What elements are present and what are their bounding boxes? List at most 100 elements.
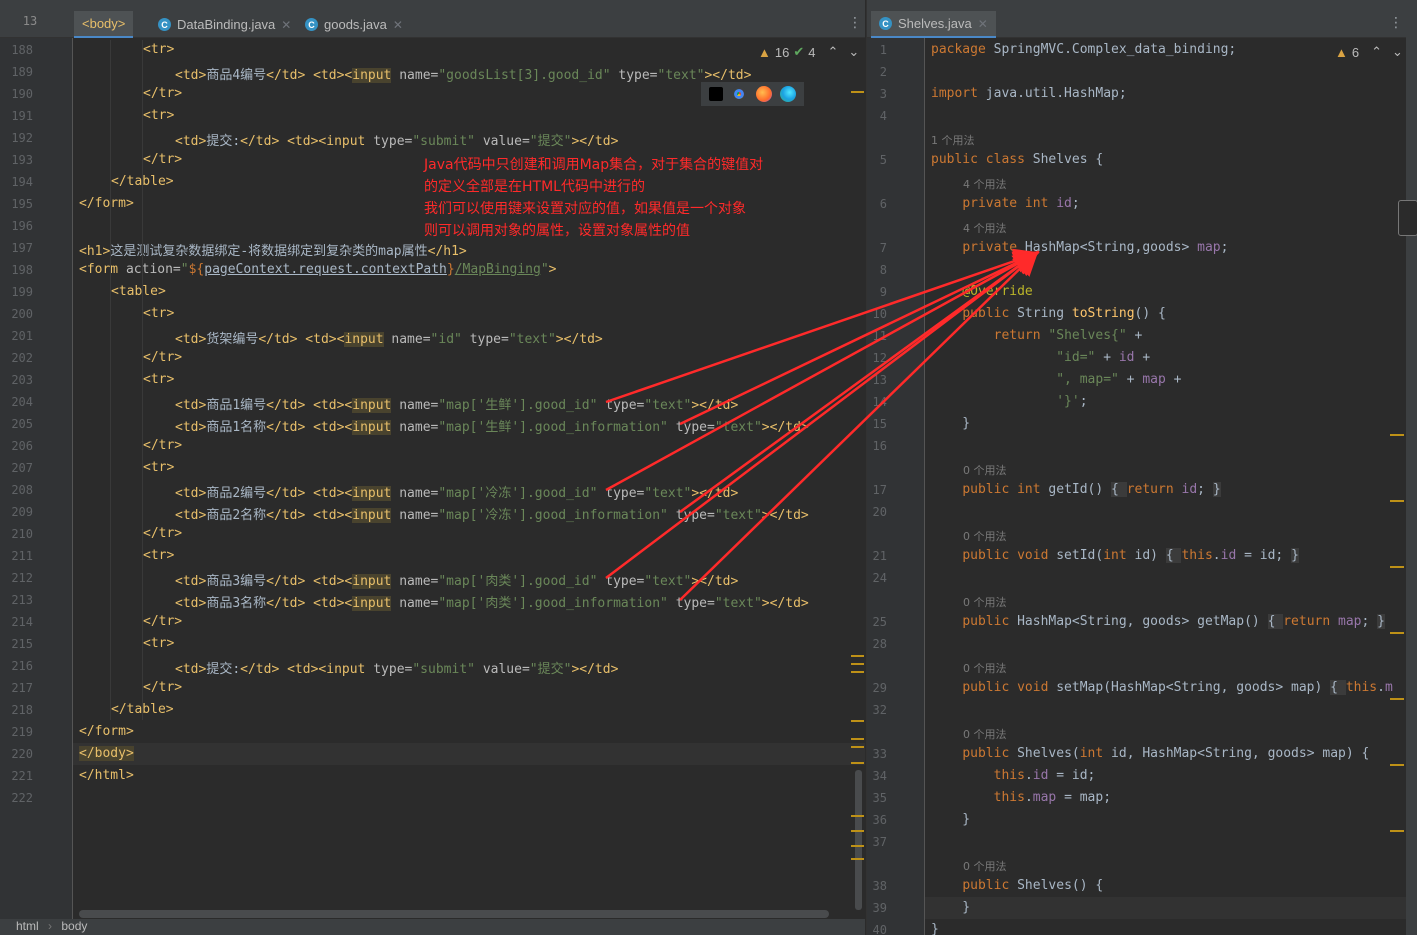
error-stripe-mark[interactable] — [851, 655, 864, 657]
code-line[interactable]: <tr> — [143, 460, 174, 475]
usage-hint[interactable]: 0 个用法 — [963, 528, 1007, 544]
code-line[interactable]: <h1>这是测试复杂数据绑定-将数据绑定到复杂类的map属性</h1> — [79, 240, 467, 259]
code-line[interactable]: <tr> — [143, 548, 174, 563]
error-stripe-mark[interactable] — [851, 91, 864, 93]
chevron-up-icon[interactable]: ⌃ — [1371, 44, 1382, 60]
close-icon[interactable]: ✕ — [978, 17, 988, 31]
firefox-icon[interactable] — [755, 86, 772, 102]
code-line[interactable]: <tr> — [143, 372, 174, 387]
horizontal-scrollbar[interactable] — [79, 910, 829, 918]
code-line[interactable]: public HashMap<String, goods> getMap() {… — [931, 614, 1385, 629]
error-stripe-mark[interactable] — [1390, 566, 1404, 568]
usage-hint[interactable]: 0 个用法 — [963, 660, 1007, 676]
tab-databinding[interactable]: C DataBinding.java ✕ — [158, 11, 291, 38]
database-icon[interactable] — [1398, 200, 1417, 236]
code-line[interactable]: this.id = id; — [931, 768, 1096, 783]
usage-hint[interactable]: 4 个用法 — [963, 220, 1007, 236]
code-line[interactable]: package SpringMVC.Complex_data_binding; — [931, 42, 1236, 57]
code-line[interactable]: public String toString() { — [931, 306, 1166, 321]
error-stripe-mark[interactable] — [1390, 632, 1404, 634]
error-stripe-mark[interactable] — [851, 738, 864, 740]
code-line[interactable]: <td>商品1编号</td> <td><input name="map['生鲜'… — [175, 394, 738, 413]
usage-hint[interactable]: 0 个用法 — [963, 858, 1007, 874]
code-line[interactable]: import java.util.HashMap; — [931, 86, 1127, 101]
chevron-up-icon[interactable]: ⌃ — [827, 44, 838, 60]
code-line[interactable]: </form> — [79, 196, 134, 211]
code-line[interactable]: </html> — [79, 768, 134, 783]
usage-hint[interactable]: 1 个用法 — [931, 132, 975, 148]
code-line[interactable]: </tr> — [143, 152, 182, 167]
error-stripe-mark[interactable] — [851, 671, 864, 673]
code-line[interactable]: </tr> — [143, 526, 182, 541]
code-line[interactable]: <td>商品2编号</td> <td><input name="map['冷冻'… — [175, 482, 738, 501]
code-line[interactable]: <td>商品2名称</td> <td><input name="map['冷冻'… — [175, 504, 809, 523]
edge-icon[interactable] — [779, 86, 796, 102]
breadcrumb-html[interactable]: html — [16, 919, 39, 933]
code-line[interactable]: <td>商品3编号</td> <td><input name="map['肉类'… — [175, 570, 738, 589]
error-stripe-mark[interactable] — [851, 858, 864, 860]
code-line[interactable]: public Shelves() { — [931, 878, 1103, 893]
chevron-down-icon[interactable]: ⌄ — [1392, 44, 1403, 60]
error-stripe-mark[interactable] — [851, 720, 864, 722]
more-icon[interactable]: ⋮ — [1389, 15, 1403, 31]
intellij-icon[interactable] — [709, 87, 724, 101]
code-line[interactable]: private int id; — [931, 196, 1079, 211]
code-line[interactable]: <td>商品1名称</td> <td><input name="map['生鲜'… — [175, 416, 809, 435]
error-stripe-mark[interactable] — [1390, 830, 1404, 832]
code-line[interactable]: <tr> — [143, 306, 174, 321]
close-icon[interactable]: ✕ — [281, 18, 291, 32]
code-line[interactable]: <tr> — [143, 42, 174, 57]
error-stripe-mark[interactable] — [1390, 764, 1404, 766]
error-stripe-mark[interactable] — [851, 815, 864, 817]
close-icon[interactable]: ✕ — [393, 18, 403, 32]
code-line[interactable]: public class Shelves { — [931, 152, 1103, 167]
tab-body[interactable]: <body> — [74, 11, 134, 38]
code-line[interactable]: this.map = map; — [931, 790, 1111, 805]
code-line[interactable]: return "Shelves{" + — [931, 328, 1143, 343]
code-line[interactable]: <table> — [111, 284, 166, 299]
tab-goods[interactable]: C goods.java ✕ — [305, 11, 403, 38]
error-stripe-mark[interactable] — [851, 830, 864, 832]
code-line[interactable]: </tr> — [143, 614, 182, 629]
code-line[interactable]: <td>提交:</td> <td><input type="submit" va… — [175, 658, 618, 677]
usage-hint[interactable]: 0 个用法 — [963, 726, 1007, 742]
code-line[interactable]: <td>提交:</td> <td><input type="submit" va… — [175, 130, 618, 149]
code-line[interactable]: </body> — [79, 746, 134, 761]
tab-shelves[interactable]: C Shelves.java ✕ — [871, 11, 996, 38]
inspection-widget[interactable]: ▲ 6 ⌃ ⌄ — [1335, 44, 1403, 60]
error-stripe-mark[interactable] — [851, 845, 864, 847]
code-line[interactable]: } — [931, 900, 970, 915]
error-stripe-mark[interactable] — [851, 663, 864, 665]
error-stripe-mark[interactable] — [851, 746, 864, 748]
code-line[interactable]: <tr> — [143, 108, 174, 123]
error-stripe-mark[interactable] — [851, 762, 864, 764]
chevron-down-icon[interactable]: ⌄ — [848, 44, 859, 60]
code-line[interactable]: </form> — [79, 724, 134, 739]
code-line[interactable]: <td>商品4编号</td> <td><input name="goodsLis… — [175, 64, 751, 83]
code-line[interactable]: <tr> — [143, 636, 174, 651]
code-line[interactable]: <td>货架编号</td> <td><input name="id" type=… — [175, 328, 603, 347]
code-line[interactable]: } — [931, 812, 970, 827]
code-line[interactable]: public void setId(int id) { this.id = id… — [931, 548, 1299, 563]
more-icon[interactable]: ⋮ — [848, 15, 862, 31]
chrome-icon[interactable] — [731, 86, 748, 102]
code-line[interactable]: ", map=" + map + — [931, 372, 1181, 387]
code-line[interactable]: public void setMap(HashMap<String, goods… — [931, 680, 1393, 695]
inspection-widget[interactable]: ▲ 16 ✔ 4 ⌃ ⌄ — [758, 44, 859, 60]
usage-hint[interactable]: 0 个用法 — [963, 594, 1007, 610]
code-line[interactable]: public Shelves(int id, HashMap<String, g… — [931, 746, 1369, 761]
code-line[interactable]: } — [931, 922, 939, 935]
error-stripe-mark[interactable] — [1390, 698, 1404, 700]
error-stripe-mark[interactable] — [1390, 500, 1404, 502]
code-line[interactable]: </tr> — [143, 438, 182, 453]
code-line[interactable]: </tr> — [143, 86, 182, 101]
code-line[interactable]: } — [931, 416, 970, 431]
code-line[interactable]: <td>商品3名称</td> <td><input name="map['肉类'… — [175, 592, 809, 611]
code-line[interactable]: @Override — [931, 284, 1032, 299]
usage-hint[interactable]: 0 个用法 — [963, 462, 1007, 478]
code-line[interactable]: '}'; — [931, 394, 1087, 409]
code-line[interactable]: <form action="${pageContext.request.cont… — [79, 262, 556, 277]
code-line[interactable]: public int getId() { return id; } — [931, 482, 1221, 497]
vertical-scrollbar[interactable] — [855, 770, 862, 910]
breadcrumb-body[interactable]: body — [61, 919, 87, 933]
